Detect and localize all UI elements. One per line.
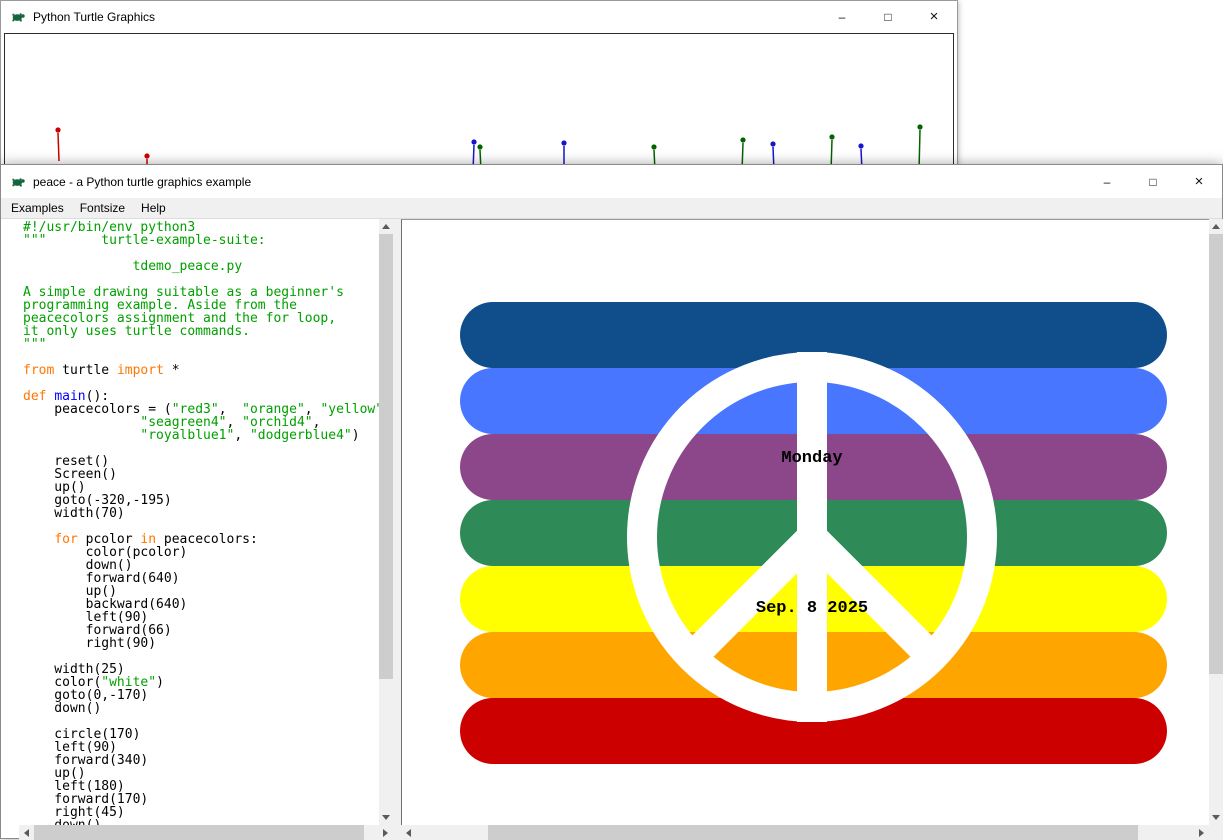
menu-fontsize[interactable]: Fontsize bbox=[72, 198, 133, 218]
peace-window-title: peace - a Python turtle graphics example bbox=[33, 175, 251, 189]
bg-maximize-button[interactable]: □ bbox=[865, 1, 911, 32]
arrow-left-icon bbox=[406, 829, 411, 837]
bg-window-controls: – □ × bbox=[819, 1, 957, 32]
canvas-vertical-scrollbar[interactable] bbox=[1209, 219, 1223, 825]
pane-divider[interactable] bbox=[393, 219, 401, 840]
code-editor[interactable]: #!/usr/bin/env python3""" turtle-example… bbox=[19, 219, 379, 825]
code-line: """ turtle-example-suite: bbox=[23, 234, 379, 247]
turtle-graphics-window: Python Turtle Graphics – □ × bbox=[0, 0, 958, 178]
peace-left-arm bbox=[690, 537, 812, 659]
code-line: from turtle import * bbox=[23, 364, 379, 377]
scroll-left-button[interactable] bbox=[19, 825, 34, 840]
code-vertical-scrollbar[interactable] bbox=[379, 219, 393, 825]
code-line: "royalblue1", "dodgerblue4") bbox=[23, 429, 379, 442]
scroll-right-button[interactable] bbox=[378, 825, 393, 840]
canvas-horizontal-scrollbar[interactable] bbox=[401, 825, 1209, 840]
arrow-left-icon bbox=[24, 829, 29, 837]
arrow-right-icon bbox=[1199, 829, 1204, 837]
bg-titlebar[interactable]: Python Turtle Graphics – □ × bbox=[1, 1, 957, 32]
peace-window: peace - a Python turtle graphics example… bbox=[0, 164, 1223, 839]
window-content: #!/usr/bin/env python3""" turtle-example… bbox=[1, 219, 1222, 838]
scroll-right-button[interactable] bbox=[1194, 825, 1209, 840]
peace-window-controls: – □ × bbox=[1084, 165, 1222, 198]
turtle-icon bbox=[10, 9, 26, 25]
code-line: right(90) bbox=[23, 637, 379, 650]
arrow-down-icon bbox=[382, 815, 390, 820]
bg-turtle-canvas[interactable] bbox=[4, 33, 954, 177]
scroll-up-button[interactable] bbox=[379, 219, 393, 234]
scroll-up-button[interactable] bbox=[1209, 219, 1223, 234]
arrow-up-icon bbox=[1212, 224, 1220, 229]
menubar: Examples Fontsize Help bbox=[1, 198, 1222, 219]
peace-close-button[interactable]: × bbox=[1176, 165, 1222, 198]
code-horizontal-scrollbar[interactable] bbox=[19, 825, 393, 840]
weekday-label: Monday bbox=[781, 449, 842, 468]
turtle-icon bbox=[10, 174, 26, 190]
scroll-down-button[interactable] bbox=[1209, 810, 1223, 825]
scroll-down-button[interactable] bbox=[379, 810, 393, 825]
bg-close-button[interactable]: × bbox=[911, 1, 957, 32]
code-line: it only uses turtle commands. bbox=[23, 325, 379, 338]
canvas-vscroll-thumb[interactable] bbox=[1209, 234, 1223, 674]
bg-window-title: Python Turtle Graphics bbox=[33, 10, 155, 24]
peace-right-arm bbox=[812, 537, 934, 659]
peace-maximize-button[interactable]: □ bbox=[1130, 165, 1176, 198]
date-label: Sep. 8 2025 bbox=[756, 599, 868, 618]
menu-examples[interactable]: Examples bbox=[3, 198, 72, 218]
arrow-down-icon bbox=[1212, 815, 1220, 820]
turtle-drawing-canvas[interactable]: Monday Sep. 8 2025 bbox=[401, 219, 1209, 825]
peace-titlebar[interactable]: peace - a Python turtle graphics example… bbox=[1, 165, 1222, 198]
arrow-right-icon bbox=[383, 829, 388, 837]
code-line: tdemo_peace.py bbox=[23, 260, 379, 273]
arrow-up-icon bbox=[382, 224, 390, 229]
code-line: down() bbox=[23, 702, 379, 715]
code-line: """ bbox=[23, 338, 379, 351]
bg-minimize-button[interactable]: – bbox=[819, 1, 865, 32]
code-hscroll-thumb[interactable] bbox=[34, 825, 364, 840]
scroll-left-button[interactable] bbox=[401, 825, 416, 840]
menu-help[interactable]: Help bbox=[133, 198, 174, 218]
canvas-hscroll-thumb[interactable] bbox=[488, 825, 1138, 840]
code-line: width(70) bbox=[23, 507, 379, 520]
peace-symbol bbox=[402, 220, 1209, 825]
scrollbar-corner bbox=[1209, 825, 1223, 840]
code-vscroll-thumb[interactable] bbox=[379, 234, 393, 679]
peace-minimize-button[interactable]: – bbox=[1084, 165, 1130, 198]
